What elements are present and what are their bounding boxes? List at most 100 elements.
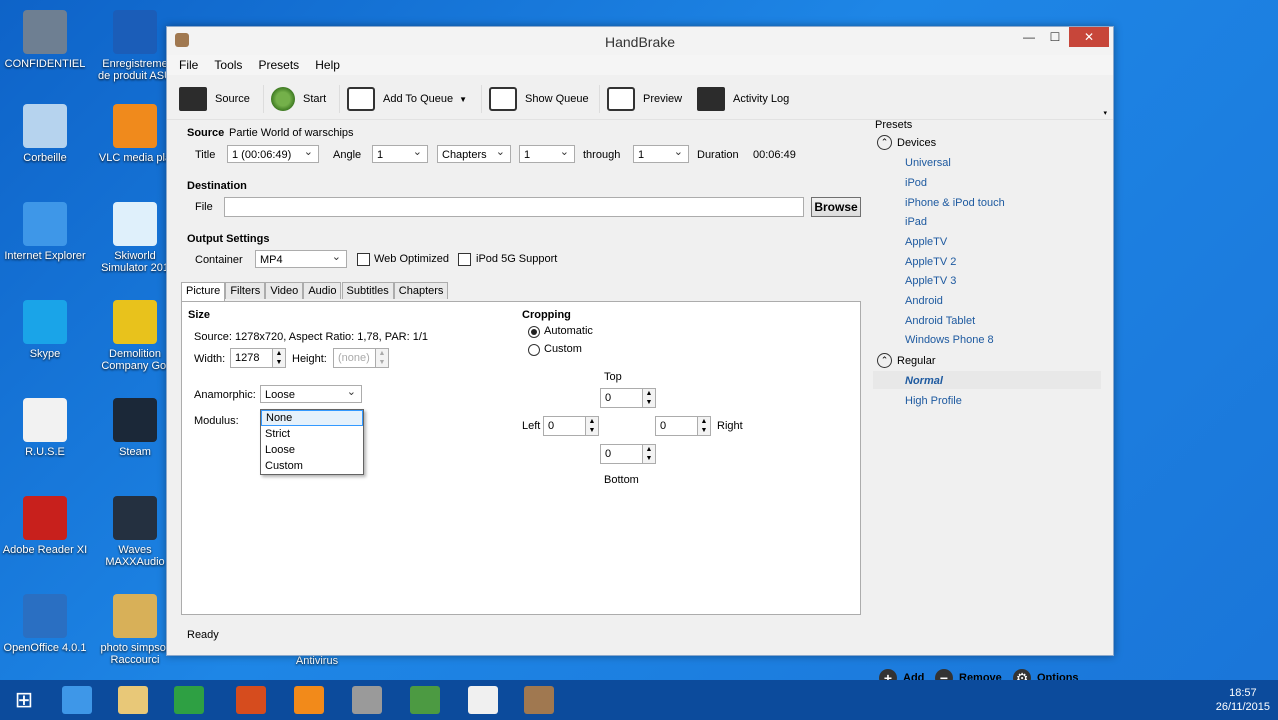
adobe-reader-icon [23,496,67,540]
title-select[interactable]: 1 (00:06:49) [227,143,319,163]
crop-top-stepper[interactable]: 0 ▲ ▼ [600,388,656,408]
chrome-icon[interactable] [410,686,440,714]
settings-tabs: Picture Filters Video Audio Subtitles Ch… [181,282,449,301]
chapter-start-select[interactable]: 1 [519,143,575,163]
preset-item[interactable]: iPhone & iPod touch [905,197,1005,209]
width-stepper[interactable]: 1278 ▲ ▼ [230,348,286,368]
menu-file[interactable]: File [179,55,198,75]
folder-icon [113,594,157,638]
crop-right-stepper[interactable]: 0 ▲ ▼ [655,416,711,436]
title-bar[interactable]: HandBrake — ☐ ✕ [167,27,1113,55]
anamorphic-select[interactable]: Loose [260,383,362,403]
add-to-queue-button[interactable]: Add To Queue ▼ [347,87,467,111]
container-select[interactable]: MP4 [255,248,347,268]
chevron-down-icon[interactable]: ▼ [459,95,467,104]
height-label: Height: [292,353,327,365]
preset-item[interactable]: AppleTV [905,236,947,248]
collapse-icon[interactable]: ⌃ [877,135,892,150]
crop-bottom-stepper[interactable]: 0 ▲ ▼ [600,444,656,464]
preset-item[interactable]: High Profile [905,395,962,407]
desktop-icon-ie[interactable]: Internet Explorer [0,202,90,262]
preset-item[interactable]: iPod [905,177,927,189]
toolbar-overflow-icon[interactable]: ▾ [1103,109,1107,117]
crop-left-stepper[interactable]: 0 ▲ ▼ [543,416,599,436]
desktop-icon-openoffice[interactable]: OpenOffice 4.0.1 [0,594,90,654]
desktop-icon-corbeille[interactable]: Corbeille [0,104,90,164]
preset-item[interactable]: AppleTV 2 [905,256,956,268]
minimize-button[interactable]: — [1015,27,1043,47]
source-button[interactable]: Source [179,87,250,111]
collapse-icon[interactable]: ⌃ [877,353,892,368]
store-icon[interactable] [174,686,204,714]
stepper-arrows-icon[interactable]: ▲ ▼ [697,416,711,436]
chapters-mode-select[interactable]: Chapters [437,143,511,163]
stepper-arrows-icon[interactable]: ▲ ▼ [642,444,656,464]
vlc-icon [113,104,157,148]
preview-button[interactable]: Preview [607,87,682,111]
preset-item[interactable]: Windows Phone 8 [905,334,994,346]
tab-picture[interactable]: Picture [181,282,226,301]
automatic-radio[interactable] [528,326,540,338]
tab-subtitles[interactable]: Subtitles [341,282,394,299]
file-explorer-icon[interactable] [118,686,148,714]
option-loose[interactable]: Loose [261,442,363,458]
tab-filters[interactable]: Filters [225,282,266,299]
preset-item-selected[interactable]: Normal [905,375,943,387]
preset-item[interactable]: Android Tablet [905,315,975,327]
option-custom[interactable]: Custom [261,458,363,474]
stepper-arrows-icon[interactable]: ▲ ▼ [272,348,286,368]
option-strict[interactable]: Strict [261,426,363,442]
preset-item[interactable]: AppleTV 3 [905,275,956,287]
preset-group-regular[interactable]: ⌃ Regular [877,353,936,368]
stepper-arrows-icon[interactable]: ▲ ▼ [642,388,656,408]
preset-item[interactable]: Universal [905,157,951,169]
camtasia-icon[interactable] [468,686,498,714]
height-stepper[interactable]: (none) ▲ ▼ [333,348,389,368]
tab-audio[interactable]: Audio [303,282,342,299]
desktop-icon-confidentiel[interactable]: CONFIDENTIEL [0,10,90,70]
chapter-end-select[interactable]: 1 [633,143,689,163]
internet-explorer-taskbar-icon[interactable] [62,686,92,714]
menu-help[interactable]: Help [315,55,340,75]
stepper-arrows-icon[interactable]: ▲ ▼ [585,416,599,436]
recycle-bin-icon [23,104,67,148]
close-button[interactable]: ✕ [1069,27,1109,47]
browse-button[interactable]: Browse [811,197,861,217]
desktop-icon-ruse[interactable]: R.U.S.E [0,398,90,458]
option-none[interactable]: None [261,410,363,426]
title-label: Title [195,149,216,161]
firefox-icon[interactable] [294,686,324,714]
windows-start-icon[interactable]: ⊞ [10,686,38,714]
custom-radio[interactable] [528,344,540,356]
terminal-icon [697,87,725,111]
preset-item[interactable]: iPad [905,216,927,228]
show-queue-button[interactable]: Show Queue [489,87,589,111]
menu-presets[interactable]: Presets [258,55,299,75]
desktop-icon-adobe[interactable]: Adobe Reader XI [0,496,90,556]
preset-group-devices[interactable]: ⌃ Devices [877,135,936,150]
stepper-arrows-icon[interactable]: ▲ ▼ [375,348,389,368]
crop-top-label: Top [604,371,622,383]
through-label: through [583,149,621,161]
ipod-support-checkbox[interactable] [458,253,471,266]
modulus-label: Modulus: [194,415,239,427]
app-icon[interactable] [236,686,266,714]
maximize-button[interactable]: ☐ [1041,27,1069,47]
tab-video[interactable]: Video [265,282,304,299]
preset-item[interactable]: Android [905,295,943,307]
clock[interactable]: 18:57 26/11/2015 [1216,686,1270,714]
desktop-icon-skype[interactable]: Skype [0,300,90,360]
output-settings-label: Output Settings [187,233,270,245]
activity-log-button[interactable]: Activity Log [697,87,789,111]
tab-chapters[interactable]: Chapters [393,282,449,299]
angle-label: Angle [333,149,362,161]
web-optimized-checkbox[interactable] [357,253,370,266]
tv-icon [607,87,635,111]
file-input[interactable] [224,197,804,217]
menu-tools[interactable]: Tools [214,55,242,75]
handbrake-taskbar-icon[interactable] [524,686,554,714]
app-icon[interactable] [352,686,382,714]
desktop-icon-antivirus[interactable]: Antivirus [272,655,362,667]
angle-select[interactable]: 1 [372,143,428,163]
start-button[interactable]: Start [271,87,326,111]
